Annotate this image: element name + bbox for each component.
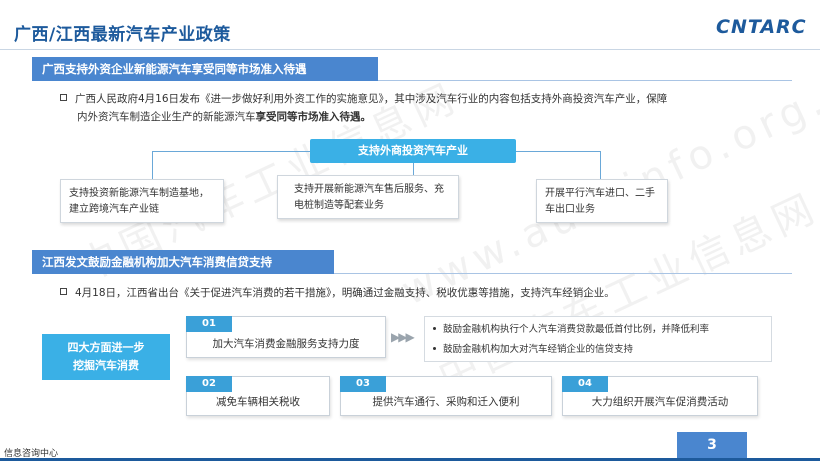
effects-box: 鼓励金融机构执行个人汽车消费贷款最低首付比例，并降低利率 鼓励金融机构加大对汽车…	[424, 316, 772, 362]
chevron-right-icon: ▶▶▶	[391, 330, 415, 344]
main-box-line: 四大方面进一步	[67, 341, 145, 354]
section-title: 广西支持外资企业新能源汽车享受同等市场准入待遇	[32, 57, 378, 81]
measure-text: 提供汽车通行、采购和迁入便利	[372, 396, 520, 408]
measure-number: 01	[186, 316, 232, 332]
main-measures-box: 四大方面进一步 挖掘汽车消费	[42, 334, 170, 380]
square-bullet-icon	[60, 94, 67, 101]
square-bullet-icon	[60, 288, 67, 295]
measure-text: 加大汽车消费金融服务支持力度	[212, 338, 360, 350]
connector-line	[152, 151, 310, 152]
section-divider	[378, 80, 792, 81]
dot-bullet-icon	[433, 347, 436, 350]
section-divider	[334, 273, 792, 274]
dot-bullet-icon	[433, 327, 436, 330]
measure-text: 大力组织开展汽车促消费活动	[591, 396, 729, 408]
measure-number: 02	[186, 376, 232, 392]
measure-card: 02 减免车辆相关税收	[186, 376, 330, 416]
connector-line	[516, 151, 600, 152]
page-number: 3	[677, 432, 747, 458]
measure-number: 04	[562, 376, 608, 392]
main-box-line: 挖掘汽车消费	[73, 359, 139, 372]
hub-box: 支持外商投资汽车产业	[310, 139, 516, 163]
measure-text: 减免车辆相关税收	[216, 396, 300, 408]
effect-item: 鼓励金融机构执行个人汽车消费贷款最低首付比例，并降低利率	[433, 320, 763, 340]
measure-card: 01 加大汽车消费金融服务支持力度	[186, 316, 386, 358]
bullet-text: 广西人民政府4月16日发布《进一步做好利用外资工作的实施意见》，其中涉及汽车行业…	[60, 90, 800, 126]
connector-line	[600, 151, 601, 179]
effect-item: 鼓励金融机构加大对汽车经销企业的信贷支持	[433, 340, 763, 360]
section-title: 江西发文鼓励金融机构加大汽车消费信贷支持	[32, 250, 334, 274]
page-title: 广西/江西最新汽车产业政策	[14, 25, 231, 45]
policy-card: 支持投资新能源汽车制造基地，建立跨境汽车产业链	[60, 179, 224, 223]
slide: 中国汽车工业信息网 www.autoinfo.org.cn 中国汽车工业信息网 …	[0, 0, 820, 461]
policy-card: 开展平行汽车进口、二手车出口业务	[536, 179, 668, 223]
measure-card: 04 大力组织开展汽车促消费活动	[562, 376, 758, 416]
connector-line	[152, 151, 153, 179]
header-divider	[0, 49, 820, 50]
bullet-text: 4月18日，江西省出台《关于促进汽车消费的若干措施》，明确通过金融支持、税收优惠…	[60, 284, 800, 302]
connector-line	[413, 163, 414, 175]
measure-number: 03	[340, 376, 386, 392]
policy-card: 支持开展新能源汽车售后服务、充电桩制造等配套业务	[277, 175, 459, 219]
measure-card: 03 提供汽车通行、采购和迁入便利	[340, 376, 552, 416]
logo: CNTARC	[716, 16, 807, 38]
